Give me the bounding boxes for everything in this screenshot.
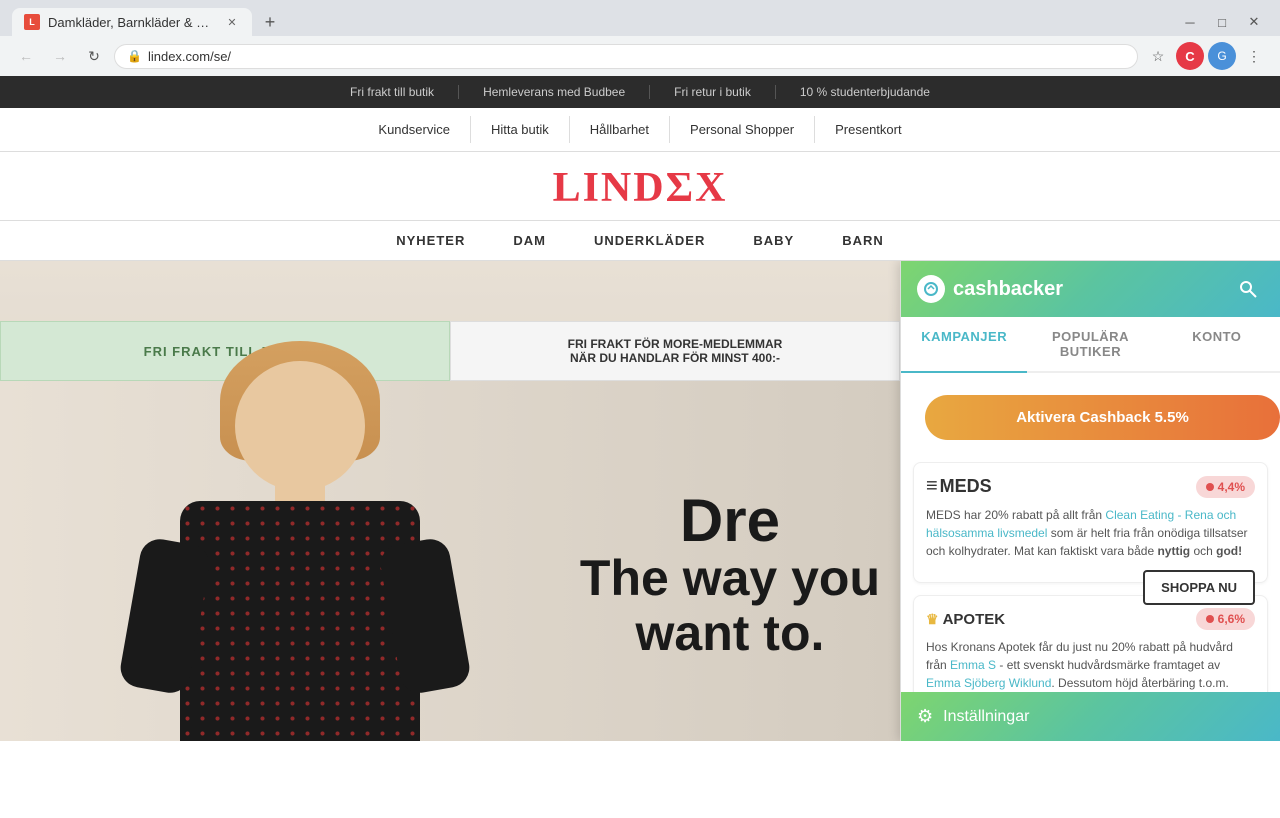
cashbacker-settings-bar[interactable]: ⚙ Inställningar	[901, 692, 1280, 741]
logo-text: LINDΣX	[553, 165, 728, 211]
hero-text: Dre The way you want to.	[580, 491, 880, 661]
tab-kampanjer[interactable]: KAMPANJER	[901, 317, 1027, 373]
cashbacker-header: cashbacker	[901, 261, 1280, 317]
nav-personal-shopper[interactable]: Personal Shopper	[670, 116, 815, 143]
nav-underklaeder[interactable]: UNDERKLÄDER	[570, 233, 729, 248]
info-item-budbee: Hemleverans med Budbee	[459, 85, 650, 99]
hero-section: FRI FRAKT TILL BUTIK FRI FRAKT FÖR MORE-…	[0, 261, 1280, 741]
nav-dam[interactable]: DAM	[489, 233, 570, 248]
cashbacker-logo-text: cashbacker	[953, 278, 1063, 301]
tab-populara-butiker[interactable]: POPULÄRA BUTIKER	[1027, 317, 1153, 371]
cashback-dot	[1206, 483, 1214, 491]
site-content: Fri frakt till butik Hemleverans med Bud…	[0, 76, 1280, 818]
member-offer-line2: NÄR DU HANDLAR FÖR MINST 400:-	[568, 351, 783, 365]
nav-baby[interactable]: BABY	[729, 233, 818, 248]
address-text: lindex.com/se/	[148, 49, 1125, 64]
tab-close-button[interactable]: ✕	[224, 14, 240, 30]
refresh-button[interactable]: ↻	[80, 42, 108, 70]
apotek-logo: ♛ APOTEK	[926, 611, 1005, 628]
nav-nyheter[interactable]: NYHETER	[372, 233, 489, 248]
apotek-description: Hos Kronans Apotek får du just nu 20% ra…	[926, 638, 1255, 692]
back-button[interactable]: ←	[12, 42, 40, 70]
forward-button[interactable]: →	[46, 42, 74, 70]
meds-card-header: ≡MEDS 4,4%	[926, 475, 1255, 498]
profile-avatar[interactable]: G	[1208, 42, 1236, 70]
title-bar: L Damkläder, Barnkläder & Under... ✕ + ─…	[0, 0, 1280, 36]
settings-label: Inställningar	[943, 708, 1029, 726]
info-item-shipping: Fri frakt till butik	[326, 85, 459, 99]
window-controls: ─ □ ✕	[1176, 8, 1268, 36]
info-bar: Fri frakt till butik Hemleverans med Bud…	[0, 76, 1280, 108]
meds-shop-button[interactable]: SHOPPA NU	[1143, 570, 1255, 605]
main-nav: NYHETER DAM UNDERKLÄDER BABY BARN	[0, 220, 1280, 261]
cashbacker-logo: cashbacker	[917, 275, 1063, 303]
hero-title-2: The way you	[580, 551, 880, 606]
tab-konto[interactable]: KONTO	[1154, 317, 1280, 371]
tab-title: Damkläder, Barnkläder & Under...	[48, 15, 216, 30]
lindex-logo[interactable]: LINDΣX	[0, 152, 1280, 220]
activate-cashback-button[interactable]: Aktivera Cashback 5.5%	[925, 395, 1280, 440]
apotek-cashback-badge: 6,6%	[1196, 608, 1255, 630]
menu-button[interactable]: ⋮	[1240, 42, 1268, 70]
new-tab-button[interactable]: +	[256, 8, 284, 36]
info-item-student: 10 % studenterbjudande	[776, 85, 954, 99]
nav-hitta-butik[interactable]: Hitta butik	[471, 116, 570, 143]
cashbacker-logo-icon	[917, 275, 945, 303]
cashbacker-panel: cashbacker KAMPANJER POPULÄRA BUTIKER KO…	[900, 261, 1280, 741]
toolbar-icons: ☆ C G ⋮	[1144, 42, 1268, 70]
member-offer-line1: FRI FRAKT FÖR MORE-MEDLEMMAR	[568, 337, 783, 351]
shop-card-meds: ≡MEDS 4,4% MEDS har 20% rabatt på allt f…	[913, 462, 1268, 583]
apotek-logo-text: APOTEK	[943, 611, 1006, 628]
hero-woman-figure	[80, 341, 540, 741]
bookmark-star-icon[interactable]: ☆	[1144, 42, 1172, 70]
cashbacker-extension-icon[interactable]: C	[1176, 42, 1204, 70]
settings-gear-icon: ⚙	[917, 706, 933, 727]
cashbacker-search-button[interactable]	[1232, 273, 1264, 305]
info-item-return: Fri retur i butik	[650, 85, 776, 99]
cashback-dot	[1206, 615, 1214, 623]
meds-cashback-value: 4,4%	[1218, 480, 1245, 494]
meds-description: MEDS har 20% rabatt på allt från Clean E…	[926, 506, 1255, 560]
nav-kundservice[interactable]: Kundservice	[358, 116, 471, 143]
browser-toolbar: ← → ↻ 🔒 lindex.com/se/ ☆ C G ⋮	[0, 36, 1280, 76]
nav-presentkort[interactable]: Presentkort	[815, 116, 921, 143]
address-bar[interactable]: 🔒 lindex.com/se/	[114, 44, 1138, 69]
close-button[interactable]: ✕	[1240, 8, 1268, 36]
cashbacker-content: ≡MEDS 4,4% MEDS har 20% rabatt på allt f…	[901, 462, 1280, 692]
hero-title-1: Dre	[580, 491, 880, 551]
hero-image-area: FRI FRAKT TILL BUTIK FRI FRAKT FÖR MORE-…	[0, 321, 900, 741]
apotek-cashback-value: 6,6%	[1218, 612, 1245, 626]
nav-hallbarhet[interactable]: Hållbarhet	[570, 116, 670, 143]
minimize-button[interactable]: ─	[1176, 8, 1204, 36]
browser-chrome: L Damkläder, Barnkläder & Under... ✕ + ─…	[0, 0, 1280, 76]
cashbacker-tabs: KAMPANJER POPULÄRA BUTIKER KONTO	[901, 317, 1280, 373]
nav-barn[interactable]: BARN	[818, 233, 908, 248]
meds-logo: ≡MEDS	[926, 475, 992, 498]
maximize-button[interactable]: □	[1208, 8, 1236, 36]
crown-icon: ♛	[926, 611, 939, 628]
hero-title-3: want to.	[580, 606, 880, 661]
secondary-nav: Kundservice Hitta butik Hållbarhet Perso…	[0, 108, 1280, 152]
apotek-card-header: ♛ APOTEK 6,6%	[926, 608, 1255, 630]
meds-cashback-badge: 4,4%	[1196, 476, 1255, 498]
shop-card-apotek: ♛ APOTEK 6,6% Hos Kronans Apotek får du …	[913, 595, 1268, 692]
lock-icon: 🔒	[127, 49, 142, 63]
browser-tab[interactable]: L Damkläder, Barnkläder & Under... ✕	[12, 8, 252, 36]
tab-favicon: L	[24, 14, 40, 30]
